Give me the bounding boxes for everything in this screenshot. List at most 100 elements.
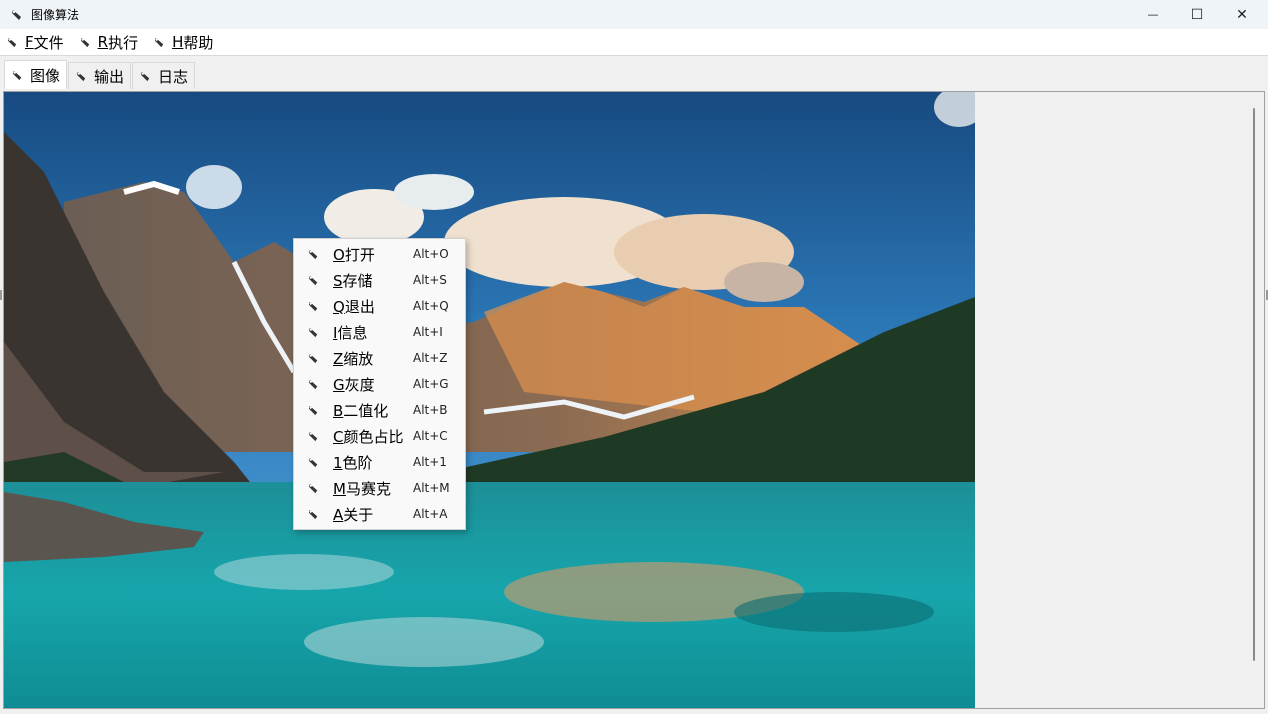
menu-item-label: S存储 [333, 270, 373, 291]
menu-item-text: 马赛克 [345, 479, 391, 498]
menu-item-shortcut: Alt+Z [413, 351, 448, 365]
menu-item-levels[interactable]: 1色阶 Alt+1 [294, 449, 465, 475]
menu-item-shortcut: Alt+C [413, 429, 448, 443]
menu-bar: F 文件 R 执行 H 帮助 [0, 29, 1268, 56]
menu-item-key: M [333, 479, 346, 498]
menu-item-shortcut: Alt+1 [413, 455, 447, 469]
menu-item-text: 信息 [337, 323, 368, 342]
menu-item-color-ratio[interactable]: C颜色占比 Alt+C [294, 423, 465, 449]
tag-icon [308, 353, 318, 364]
tag-icon [308, 301, 318, 312]
menu-item-about[interactable]: A关于 Alt+A [294, 501, 465, 527]
tag-icon [308, 379, 318, 390]
menu-item-shortcut: Alt+G [413, 377, 449, 391]
menu-item-shortcut: Alt+O [413, 247, 449, 261]
minimize-icon: — [1147, 8, 1159, 21]
menu-item-text: 关于 [343, 505, 374, 524]
app-window: 图像算法 — ☐ ✕ F 文件 R 执行 H 帮助 图像 输出 日志 O打开 A… [0, 0, 1268, 714]
menu-item-open[interactable]: O打开 Alt+O [294, 241, 465, 267]
menu-item-shortcut: Alt+S [413, 273, 447, 287]
menu-file-key: F [25, 33, 34, 51]
scrollbar-thumb[interactable] [1253, 108, 1255, 661]
tag-icon [308, 509, 318, 520]
left-edge-mark [0, 290, 2, 300]
menu-item-text: 二值化 [343, 401, 389, 420]
menu-item-save[interactable]: S存储 Alt+S [294, 267, 465, 293]
tag-icon [308, 483, 318, 494]
menu-item-quit[interactable]: Q退出 Alt+Q [294, 293, 465, 319]
tag-icon [308, 327, 318, 338]
menu-item-shortcut: Alt+B [413, 403, 448, 417]
tag-icon [308, 405, 318, 416]
menu-item-text: 色阶 [342, 453, 373, 472]
menu-help-label: 帮助 [183, 33, 214, 52]
menu-item-key: O [333, 245, 345, 264]
tab-image-label: 图像 [30, 66, 61, 85]
menu-item-info[interactable]: I信息 Alt+I [294, 319, 465, 345]
menu-run-label: 执行 [108, 33, 139, 52]
tag-icon [154, 37, 164, 47]
menu-item-key: S [333, 271, 343, 290]
tag-icon [76, 71, 86, 81]
tab-output[interactable]: 输出 [68, 62, 132, 89]
menu-file[interactable]: F 文件 [6, 32, 64, 53]
tab-content-panel [3, 91, 1265, 709]
menu-item-key: Z [333, 349, 344, 368]
menu-item-label: A关于 [333, 504, 373, 525]
tab-log-label: 日志 [158, 67, 189, 86]
menu-item-label: M马赛克 [333, 478, 391, 499]
tag-icon [308, 457, 318, 468]
maximize-button[interactable]: ☐ [1174, 0, 1220, 29]
side-panel [976, 92, 1244, 708]
menu-item-mosaic[interactable]: M马赛克 Alt+M [294, 475, 465, 501]
menu-item-binarize[interactable]: B二值化 Alt+B [294, 397, 465, 423]
menu-item-key: G [333, 375, 345, 394]
vertical-scrollbar[interactable] [1245, 92, 1264, 708]
menu-item-zoom[interactable]: Z缩放 Alt+Z [294, 345, 465, 371]
menu-item-key: Q [333, 297, 345, 316]
tag-icon [308, 249, 318, 260]
menu-item-label: Z缩放 [333, 348, 373, 369]
tag-icon [12, 70, 22, 80]
menu-item-text: 存储 [342, 271, 373, 290]
menu-item-label: I信息 [333, 322, 367, 343]
close-icon: ✕ [1236, 6, 1248, 23]
menu-item-shortcut: Alt+M [413, 481, 450, 495]
window-title: 图像算法 [31, 8, 80, 22]
menu-item-label: B二值化 [333, 400, 388, 421]
menu-item-text: 颜色占比 [343, 427, 404, 446]
close-button[interactable]: ✕ [1219, 0, 1265, 29]
app-icon [12, 9, 21, 20]
menu-run[interactable]: R 执行 [79, 32, 138, 53]
menu-item-text: 灰度 [344, 375, 375, 394]
menu-item-grayscale[interactable]: G灰度 Alt+G [294, 371, 465, 397]
menu-item-key: B [333, 401, 344, 420]
context-menu: O打开 Alt+O S存储 Alt+S Q退出 Alt+Q I信息 Alt+I … [293, 238, 466, 530]
menu-item-text: 退出 [344, 297, 375, 316]
landscape-image [4, 92, 975, 708]
menu-item-key: A [333, 505, 344, 524]
menu-item-label: G灰度 [333, 374, 375, 395]
menu-help[interactable]: H 帮助 [153, 32, 213, 53]
menu-item-label: O打开 [333, 244, 375, 265]
tab-image[interactable]: 图像 [4, 60, 68, 89]
menu-item-shortcut: Alt+I [413, 325, 443, 339]
menu-file-label: 文件 [33, 33, 64, 52]
minimize-button[interactable]: — [1130, 0, 1176, 29]
tag-icon [308, 275, 318, 286]
menu-item-shortcut: Alt+A [413, 507, 448, 521]
tag-icon [308, 431, 318, 442]
tab-log[interactable]: 日志 [132, 62, 196, 89]
menu-item-key: C [333, 427, 344, 446]
menu-item-shortcut: Alt+Q [413, 299, 449, 313]
tag-icon [7, 37, 17, 47]
title-bar[interactable]: 图像算法 — ☐ ✕ [0, 0, 1268, 29]
menu-help-key: H [172, 33, 184, 51]
menu-item-key: 1 [333, 453, 343, 472]
menu-item-text: 缩放 [343, 349, 374, 368]
menu-item-label: 1色阶 [333, 452, 373, 473]
menu-item-text: 打开 [344, 245, 375, 264]
image-canvas[interactable] [4, 92, 975, 708]
tag-icon [140, 71, 150, 81]
maximize-icon: ☐ [1190, 6, 1204, 23]
